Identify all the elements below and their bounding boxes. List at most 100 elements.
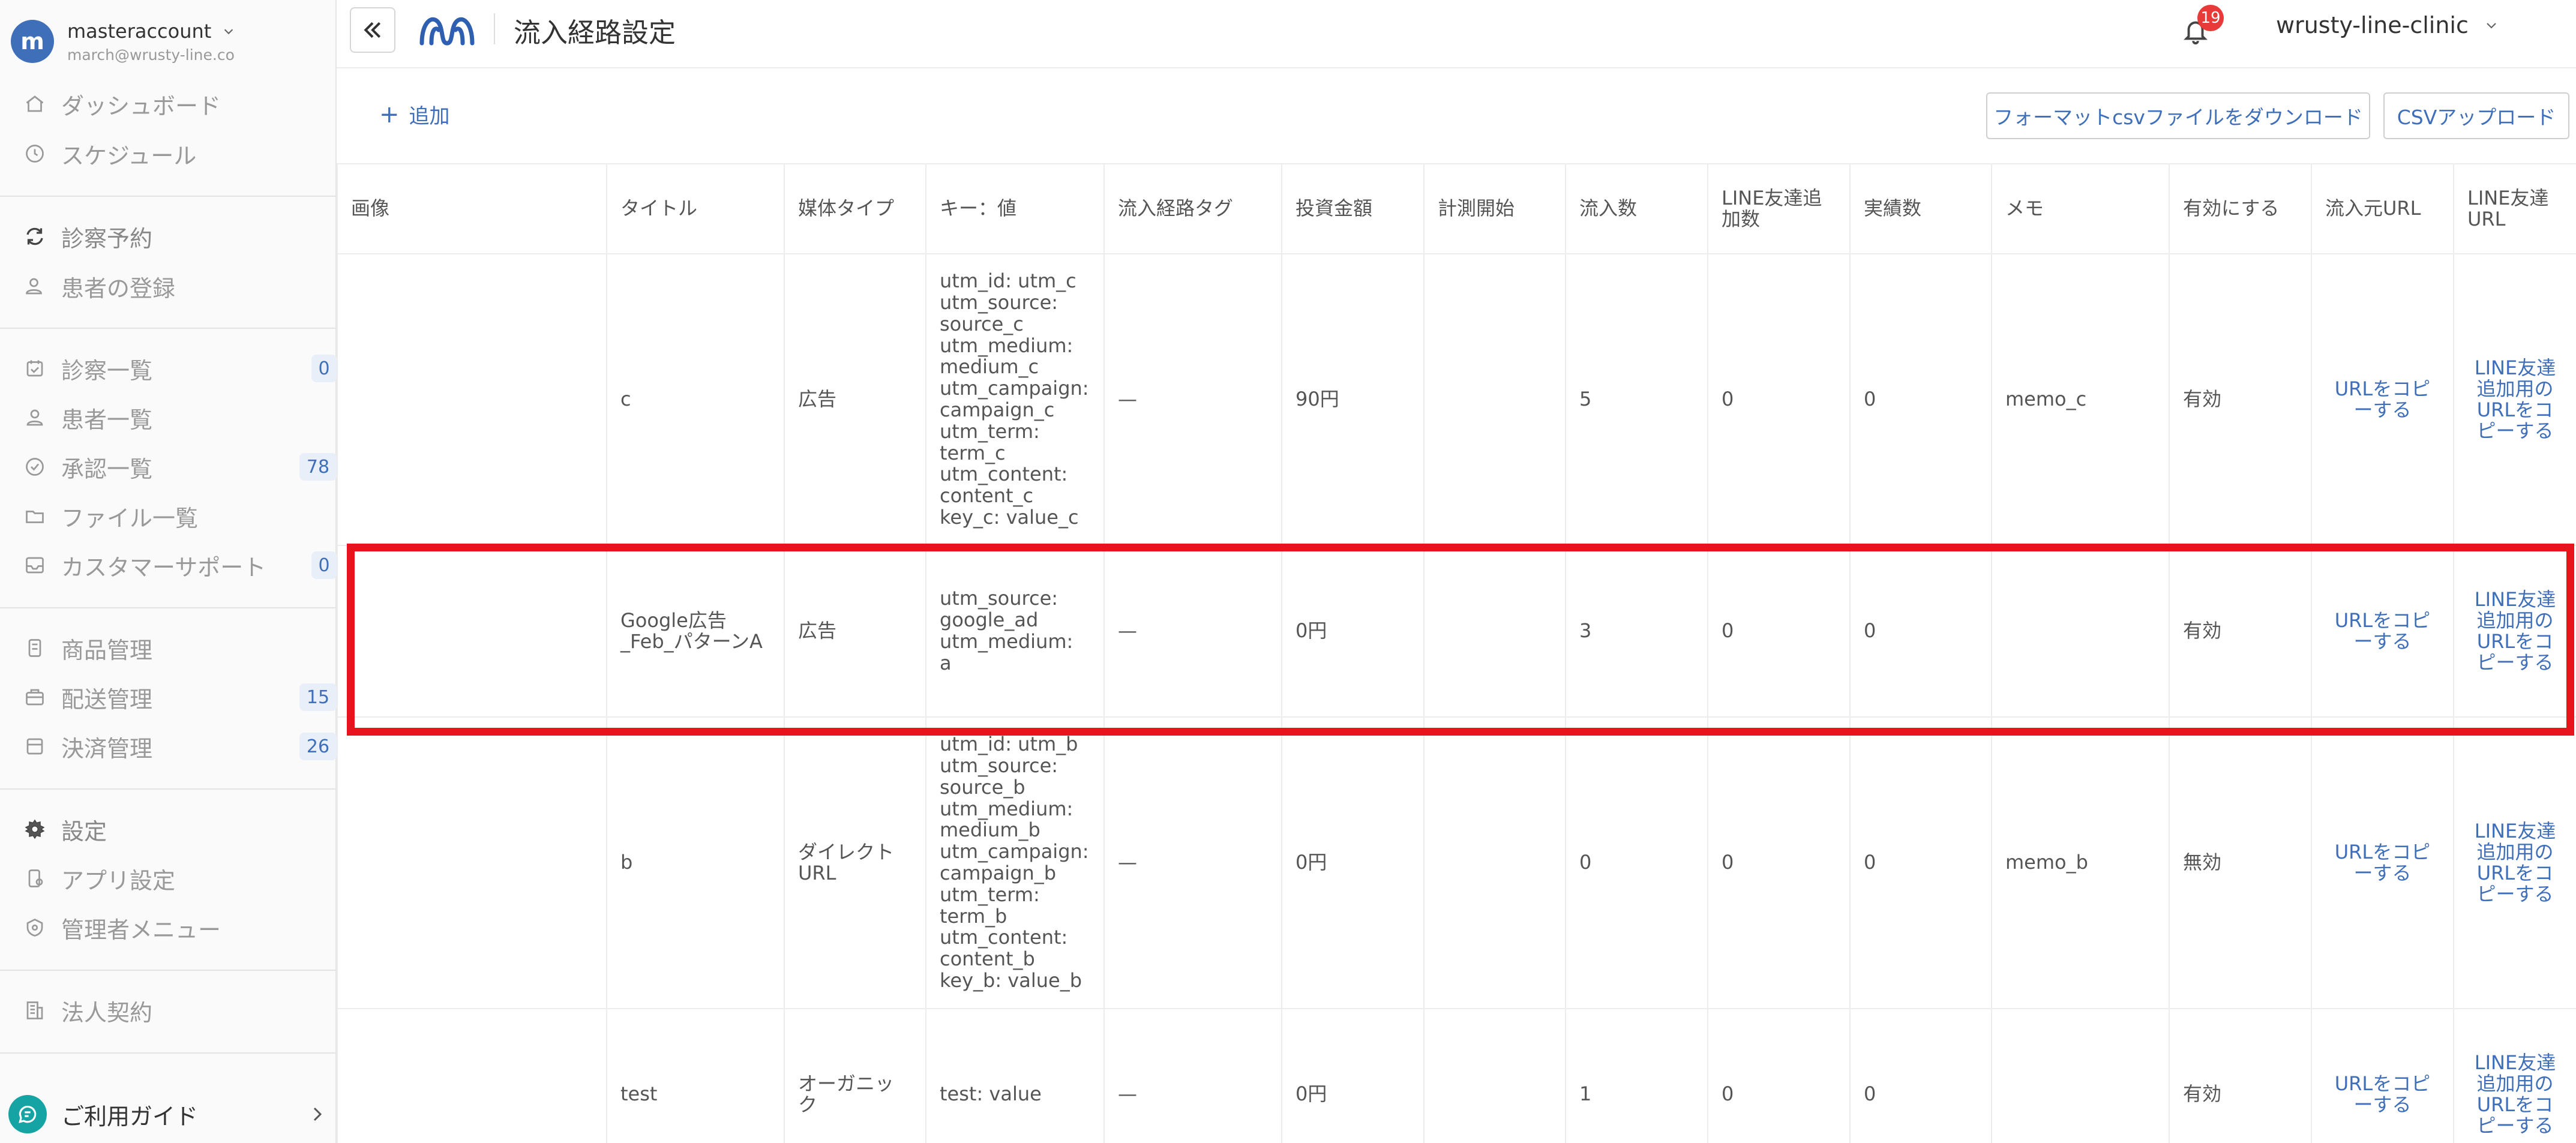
sidebar-item-payment-management[interactable]: 決済管理 26 — [23, 728, 337, 764]
sidebar-item-label: アプリ設定 — [61, 867, 176, 894]
title-cell: b — [606, 716, 785, 1009]
column-header: LINE友達追加数 — [1707, 163, 1851, 254]
chevron-down-icon — [224, 28, 233, 34]
key-value-cell: test: value — [925, 1008, 1105, 1143]
user-guide-button[interactable]: ご利用ガイド — [8, 1093, 326, 1135]
sidebar-item-label: 配送管理 — [61, 686, 153, 713]
count-badge: 78 — [299, 453, 337, 481]
sidebar-item-label: ダッシュボード — [61, 92, 221, 119]
refresh-calendar-icon — [23, 224, 47, 248]
sidebar-item-corporate-contract[interactable]: 法人契約 — [23, 992, 337, 1028]
sidebar-item-app-settings[interactable]: アプリ設定 — [23, 860, 337, 896]
inflow-count-cell: 3 — [1565, 545, 1708, 718]
tag-cell: — — [1103, 545, 1282, 718]
account-switcher[interactable]: m masteraccount march@wrusty-line.co — [11, 14, 235, 68]
delivery-icon — [23, 685, 47, 709]
csv-upload-button[interactable]: CSVアップロード — [2383, 92, 2569, 139]
source-url-cell: URLをコピーする — [2311, 253, 2454, 546]
sidebar-item-customer-support[interactable]: カスタマーサポート 0 — [23, 547, 337, 583]
sidebar-item-label: 法人契約 — [61, 999, 153, 1026]
key-value-cell: utm_id: utm_c utm_source: source_c utm_m… — [925, 253, 1105, 546]
table-row[interactable]: test オーガニック test: value — 0円 1 0 0 有効 UR… — [337, 1008, 2576, 1143]
sidebar-item-settings[interactable]: 設定 — [23, 811, 337, 847]
enabled-cell: 無効 — [2169, 716, 2312, 1009]
copy-source-url-link[interactable]: URLをコピーする — [2335, 609, 2431, 653]
sidebar-item-approval-list[interactable]: 承認一覧 78 — [23, 449, 337, 485]
sidebar-item-reservation[interactable]: 診察予約 — [23, 218, 337, 254]
wallet-icon — [23, 734, 47, 758]
table-row[interactable]: Google広告_Feb_パターンA 広告 utm_source: google… — [337, 545, 2576, 718]
inflow-route-table: 画像 タイトル 媒体タイプ キー：値 流入経路タグ 投資金額 計測開始 流入数 … — [337, 163, 2576, 1143]
result-count-cell: 0 — [1849, 253, 1992, 546]
media-type-cell: ダイレクトURL — [784, 716, 926, 1009]
column-header: 実績数 — [1849, 163, 1992, 254]
enabled-cell: 有効 — [2169, 1008, 2312, 1143]
count-badge: 0 — [311, 355, 337, 382]
account-name-row: masteraccount — [67, 20, 235, 43]
table-row[interactable]: c 広告 utm_id: utm_c utm_source: source_c … — [337, 253, 2576, 546]
chevron-down-icon — [2487, 23, 2496, 29]
sidebar-item-file-list[interactable]: ファイル一覧 — [23, 498, 337, 534]
sidebar-item-label: 決済管理 — [61, 735, 153, 762]
sidebar-item-schedule[interactable]: スケジュール — [23, 136, 337, 172]
account-email: march@wrusty-line.co — [67, 46, 235, 64]
table-row[interactable]: b ダイレクトURL utm_id: utm_b utm_source: sou… — [337, 716, 2576, 1009]
sidebar-item-label: ファイル一覧 — [61, 505, 199, 532]
sidebar-item-patient-register[interactable]: 患者の登録 — [23, 268, 337, 304]
copy-line-url-link[interactable]: LINE友達追加用のURLをコピーする — [2475, 588, 2556, 674]
line-add-count-cell: 0 — [1707, 716, 1851, 1009]
header-divider — [494, 13, 495, 44]
result-count-cell: 0 — [1849, 1008, 1992, 1143]
line-add-count-cell: 0 — [1707, 253, 1851, 546]
copy-source-url-link[interactable]: URLをコピーする — [2335, 1072, 2431, 1116]
enabled-cell: 有効 — [2169, 545, 2312, 718]
measure-start-cell — [1423, 716, 1566, 1009]
memo-cell — [1991, 1008, 2170, 1143]
source-url-cell: URLをコピーする — [2311, 545, 2454, 718]
line-add-count-cell: 0 — [1707, 1008, 1851, 1143]
sidebar-divider — [0, 196, 337, 197]
count-badge: 0 — [311, 551, 337, 579]
collapse-sidebar-button[interactable] — [350, 7, 395, 53]
measure-start-cell — [1423, 1008, 1566, 1143]
count-badge: 15 — [299, 683, 337, 711]
amount-cell: 0円 — [1281, 716, 1425, 1009]
sidebar-item-label: カスタマーサポート — [61, 554, 266, 581]
clock-icon — [23, 142, 47, 166]
inflow-route-table-container[interactable]: 画像 タイトル 媒体タイプ キー：値 流入経路タグ 投資金額 計測開始 流入数 … — [337, 163, 2576, 1143]
sidebar-item-product-management[interactable]: 商品管理 — [23, 630, 337, 666]
column-header: 流入数 — [1565, 163, 1708, 254]
sidebar-item-patient-list[interactable]: 患者一覧 — [23, 400, 337, 436]
sidebar-item-label: 患者の登録 — [61, 275, 176, 302]
add-button[interactable]: + 追加 — [379, 100, 450, 129]
image-cell — [337, 545, 607, 718]
measure-start-cell — [1423, 253, 1566, 546]
tenant-switcher[interactable]: wrusty-line-clinic — [2276, 12, 2499, 38]
tag-cell: — — [1103, 253, 1282, 546]
sidebar-item-admin-menu[interactable]: 管理者メニュー — [23, 910, 337, 946]
sidebar-item-consultation-list[interactable]: 診察一覧 0 — [23, 350, 337, 386]
copy-line-url-link[interactable]: LINE友達追加用のURLをコピーする — [2475, 1051, 2556, 1138]
user-add-icon — [23, 274, 47, 298]
admin-shield-icon — [23, 916, 47, 940]
copy-source-url-link[interactable]: URLをコピーする — [2335, 377, 2431, 421]
count-badge: 26 — [299, 733, 337, 760]
table-header-row: 画像 タイトル 媒体タイプ キー：値 流入経路タグ 投資金額 計測開始 流入数 … — [337, 163, 2576, 254]
sidebar-item-label: 診察一覧 — [61, 357, 153, 384]
add-button-label: 追加 — [409, 104, 450, 128]
sidebar-item-label: スケジュール — [61, 142, 197, 169]
source-url-cell: URLをコピーする — [2311, 1008, 2454, 1143]
download-format-csv-button[interactable]: フォーマットcsvファイルをダウンロード — [1986, 92, 2370, 139]
sidebar-item-label: 設定 — [61, 818, 107, 845]
gear-icon — [23, 817, 47, 841]
sidebar-item-delivery-management[interactable]: 配送管理 15 — [23, 679, 337, 715]
amount-cell: 90円 — [1281, 253, 1425, 546]
sidebar-item-dashboard[interactable]: ダッシュボード — [23, 86, 337, 122]
chat-bubble-icon — [8, 1095, 47, 1133]
copy-line-url-link[interactable]: LINE友達追加用のURLをコピーする — [2475, 356, 2556, 443]
copy-source-url-link[interactable]: URLをコピーする — [2335, 841, 2431, 884]
notification-badge: 19 — [2197, 5, 2224, 31]
sidebar-item-label: 患者一覧 — [61, 406, 153, 433]
account-name: masteraccount — [67, 19, 212, 43]
copy-line-url-link[interactable]: LINE友達追加用のURLをコピーする — [2475, 820, 2556, 906]
